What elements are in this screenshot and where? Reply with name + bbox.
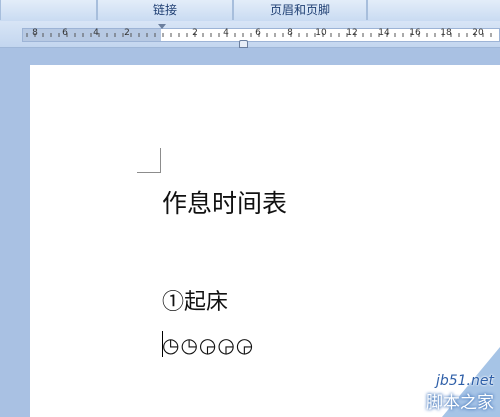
document-list-item[interactable]: ①起床 [162,284,228,316]
ribbon-group-left[interactable] [0,0,98,20]
document-page[interactable] [30,65,500,417]
ribbon-group-label-links: 链接 [152,3,177,17]
ruler-label: 8 [32,28,38,38]
first-line-indent-marker[interactable] [158,24,166,29]
ruler-label: 12 [346,28,358,38]
ruler-label: 6 [62,28,68,38]
ruler-label: 4 [93,28,99,38]
ruler-label: 20 [472,28,484,38]
ruler-label: 14 [378,28,390,38]
ribbon-group-strip: 链接 页眉和页脚 [0,0,500,22]
ribbon-group-header-footer[interactable]: 页眉和页脚 [232,0,368,20]
left-indent-marker[interactable] [239,40,248,48]
ruler-label: 2 [124,28,130,38]
text-boundary-mark [160,148,161,173]
ruler-label: 10 [315,28,327,38]
ribbon-group-label-header-footer: 页眉和页脚 [269,3,330,17]
ruler-label: 6 [255,28,261,38]
horizontal-ruler[interactable]: 8 6 4 2 2 4 6 8 10 12 14 16 18 20 [22,28,500,42]
document-title[interactable]: 作息时间表 [162,184,287,220]
watermark-brand: 脚本之家 [426,393,494,413]
ruler-label: 16 [409,28,421,38]
ruler-label: 4 [223,28,229,38]
clock-symbols-line[interactable]: ◷◷◶◶◶ [162,333,254,357]
ribbon-group-links[interactable]: 链接 [96,0,234,20]
ribbon-group-right[interactable] [366,0,500,20]
text-cursor [162,331,163,357]
text-boundary-mark [137,172,161,173]
ruler-label: 2 [192,28,198,38]
ruler-label: 18 [440,28,452,38]
watermark-site: jb51.net [435,373,494,389]
ruler-label: 8 [287,28,293,38]
